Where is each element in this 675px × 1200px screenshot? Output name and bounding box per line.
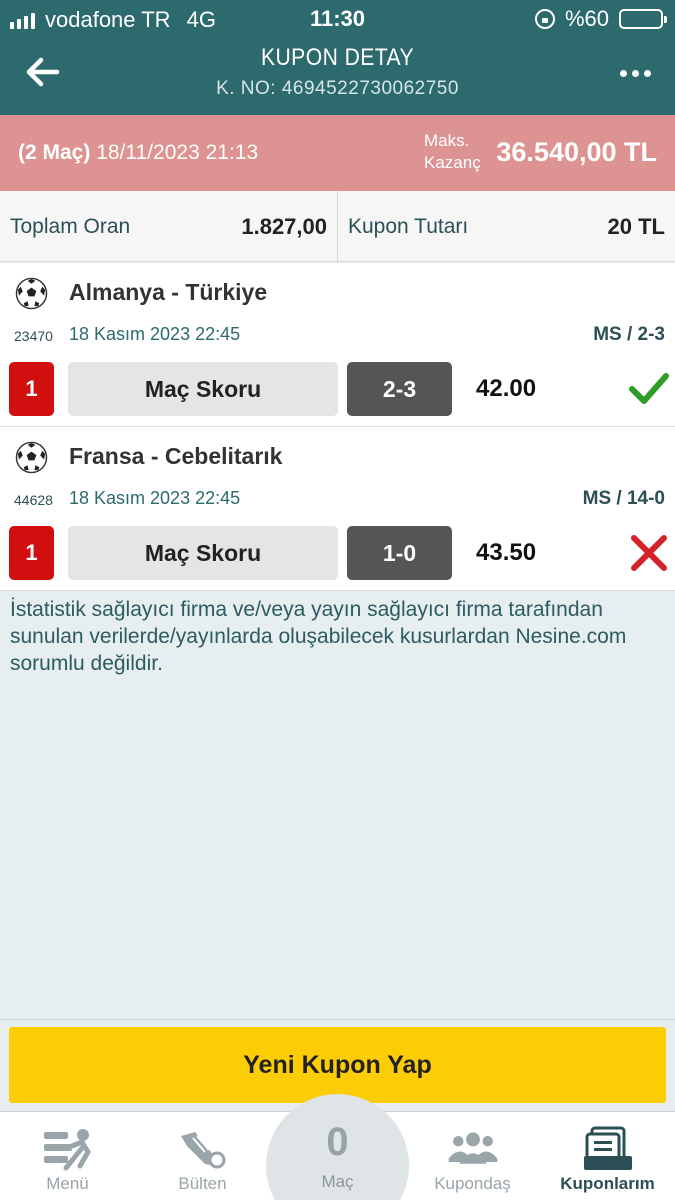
coupon-number: K. NO: 4694522730062750 xyxy=(216,78,459,99)
market-name: Maç Skoru xyxy=(68,362,338,416)
odd-value: 43.50 xyxy=(476,539,537,566)
top-bar: vodafone TR 4G 11:30 %60 KUPON DETAY K. … xyxy=(0,0,675,115)
page-title: KUPON DETAY xyxy=(260,44,415,71)
event-id: 23470 xyxy=(14,328,53,344)
event-id: 44628 xyxy=(14,492,53,508)
battery-icon xyxy=(619,9,667,29)
tab-bulletin-label: Bülten xyxy=(178,1174,227,1193)
tab-kupondas[interactable]: Kupondaş xyxy=(405,1112,540,1200)
selection: 2-3 xyxy=(347,362,452,416)
coupon-date: 18/11/2023 21:13 xyxy=(96,141,259,164)
selection: 1-0 xyxy=(347,526,452,580)
odd-value: 42.00 xyxy=(476,375,537,402)
tab-menu[interactable]: Menü xyxy=(0,1112,135,1200)
tab-coupons[interactable]: Kuponlarım xyxy=(540,1112,675,1200)
max-win-value: 36.540,00 TL xyxy=(496,137,657,167)
match-cart-count: 0 xyxy=(326,1120,349,1164)
pick-number: 1 xyxy=(9,362,54,416)
coupon-amount-label: Kupon Tutarı xyxy=(348,214,469,238)
match-card[interactable]: Fransa - Cebelitarık 44628 18 Kasım 2023… xyxy=(0,427,675,591)
max-win-label: Maks. Kazanç xyxy=(424,131,481,172)
match-result: MS / 14-0 xyxy=(582,488,665,509)
tab-menu-label: Menü xyxy=(46,1174,89,1193)
battery-percent: %60 xyxy=(564,6,609,31)
coupon-summary: (2 Maç) 18/11/2023 21:13 Maks. Kazanç 36… xyxy=(0,115,675,191)
soccer-ball-icon xyxy=(15,441,48,474)
check-icon xyxy=(629,373,669,404)
more-icon[interactable] xyxy=(620,70,651,77)
cross-icon xyxy=(631,535,667,571)
tab-coupons-label: Kuponlarım xyxy=(560,1174,655,1193)
match-date: 18 Kasım 2023 22:45 xyxy=(69,488,241,508)
tab-match-label: Maç xyxy=(321,1172,354,1191)
match-card[interactable]: Almanya - Türkiye 23470 18 Kasım 2023 22… xyxy=(0,263,675,427)
total-odds-label: Toplam Oran xyxy=(10,214,131,238)
match-teams: Almanya - Türkiye xyxy=(69,279,268,305)
kupondas-icon xyxy=(448,1132,498,1164)
status-bar: vodafone TR 4G 11:30 %60 xyxy=(0,0,675,38)
pick-number: 1 xyxy=(9,526,54,580)
bulletin-icon xyxy=(181,1132,226,1169)
tab-bulletin[interactable]: Bülten xyxy=(135,1112,270,1200)
market-name: Maç Skoru xyxy=(68,526,338,580)
tab-kupondas-label: Kupondaş xyxy=(434,1174,511,1193)
disclaimer-text: İstatistik sağlayıcı firma ve/veya yayın… xyxy=(10,598,627,675)
match-date: 18 Kasım 2023 22:45 xyxy=(69,324,241,344)
match-count: (2 Maç) xyxy=(18,141,91,164)
coupon-amount-value: 20 TL xyxy=(607,213,665,239)
match-result: MS / 2-3 xyxy=(593,324,665,345)
coupons-icon xyxy=(584,1126,632,1170)
match-teams: Fransa - Cebelitarık xyxy=(69,443,283,469)
totals-row: Toplam Oran 1.827,00 Kupon Tutarı 20 TL xyxy=(0,191,675,262)
menu-icon xyxy=(44,1129,91,1171)
rotation-lock-icon xyxy=(534,9,555,29)
new-coupon-button[interactable]: Yeni Kupon Yap xyxy=(9,1027,666,1103)
soccer-ball-icon xyxy=(15,277,48,310)
divider xyxy=(337,191,338,262)
total-odds-value: 1.827,00 xyxy=(241,213,327,239)
